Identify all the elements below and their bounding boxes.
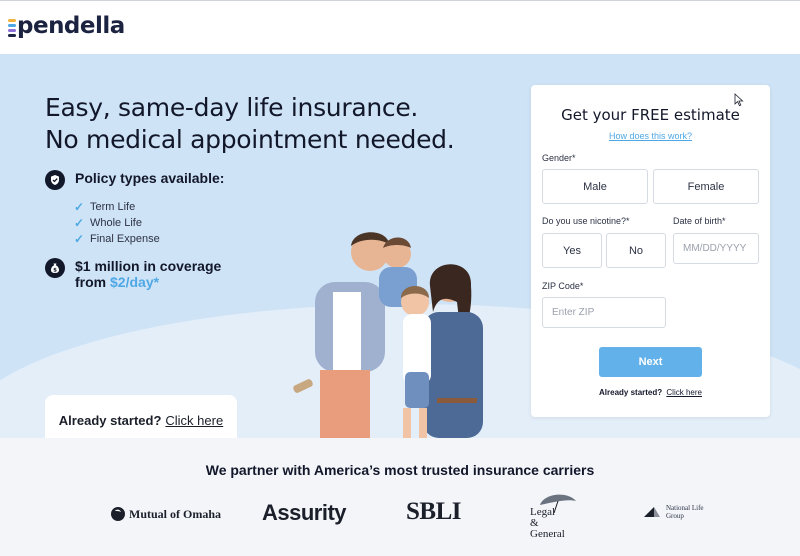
mouse-cursor-icon xyxy=(734,93,744,107)
list-item: ✓ Whole Life xyxy=(74,216,142,230)
family-photo xyxy=(293,232,483,438)
estimate-form-card: Get your FREE estimate How does this wor… xyxy=(531,85,770,417)
hero-section: Easy, same-day life insurance. No medica… xyxy=(0,54,800,438)
shield-check-icon xyxy=(45,170,65,190)
assurity-logo: Assurity xyxy=(262,500,347,525)
legal-and-general-logo: Legal & General xyxy=(530,493,576,540)
pendella-logo[interactable]: pendella xyxy=(8,13,125,39)
policy-types-heading: Policy types available: xyxy=(75,170,225,186)
form-click-here-link[interactable]: Click here xyxy=(666,388,702,397)
click-here-link[interactable]: Click here xyxy=(165,413,223,428)
mutual-of-omaha-logo: Mutual of Omaha xyxy=(110,506,221,522)
partners-title: We partner with America’s most trusted i… xyxy=(205,462,595,478)
gender-label: Gender* xyxy=(542,153,576,163)
already-started-text: Already started? xyxy=(58,412,162,428)
zip-input[interactable] xyxy=(542,297,666,328)
top-nav-bar: pendella xyxy=(0,0,800,54)
policy-types-feature: Policy types available: xyxy=(45,170,224,190)
umbrella-icon xyxy=(540,494,576,513)
indian-head-icon xyxy=(111,507,125,521)
logo-text: pendella xyxy=(17,13,125,39)
policy-types-list: ✓ Term Life ✓ Whole Life ✓ Final Expense xyxy=(74,199,160,247)
dob-label: Date of birth* xyxy=(673,216,726,226)
partners-section: We partner with America’s most trusted i… xyxy=(0,438,800,556)
nicotine-no-option[interactable]: No xyxy=(606,233,666,268)
national-life-mark-icon xyxy=(644,507,660,517)
headline-line-1: Easy, same-day life insurance. xyxy=(45,93,419,122)
sbli-logo: SBLI xyxy=(406,498,461,525)
gender-male-option[interactable]: Male xyxy=(542,169,648,204)
list-item: ✓ Final Expense xyxy=(74,232,160,246)
form-already-started: Already started? Click here xyxy=(599,388,702,397)
coverage-text: $1 million in coverage from $2/day* xyxy=(75,258,222,290)
zip-label: ZIP Code* xyxy=(542,281,584,291)
checkmark-icon: ✓ xyxy=(74,232,85,246)
next-button[interactable]: Next xyxy=(599,347,702,377)
checkmark-icon: ✓ xyxy=(74,216,85,230)
headline-line-2: No medical appointment needed. xyxy=(45,125,455,154)
hero-headline: Easy, same-day life insurance. No medica… xyxy=(45,92,455,156)
nicotine-label: Do you use nicotine?* xyxy=(542,216,630,226)
coverage-price: $2/day* xyxy=(110,274,160,290)
svg-text:$: $ xyxy=(53,267,57,273)
checkmark-icon: ✓ xyxy=(74,200,85,214)
list-item: ✓ Term Life xyxy=(74,200,136,214)
form-title: Get your FREE estimate xyxy=(561,106,740,124)
money-bag-icon: $ xyxy=(45,258,65,278)
how-does-this-work-link[interactable]: How does this work? xyxy=(531,131,770,141)
coverage-feature: $ $1 million in coverage from $2/day* xyxy=(45,258,221,290)
already-started-card: Already started? Click here xyxy=(45,395,237,438)
nicotine-yes-option[interactable]: Yes xyxy=(542,233,602,268)
gender-female-option[interactable]: Female xyxy=(653,169,759,204)
national-life-group-logo: National Life Group xyxy=(642,504,704,520)
dob-input[interactable] xyxy=(673,233,759,264)
logo-mark-icon xyxy=(8,19,16,37)
